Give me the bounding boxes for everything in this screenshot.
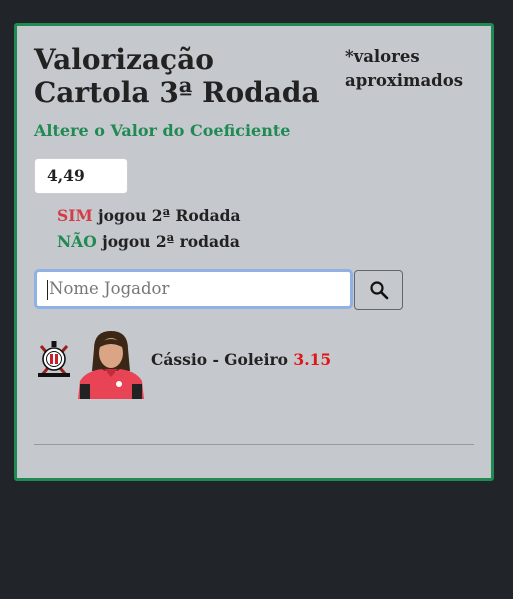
player-name-position: Cássio - Goleiro [151,350,289,369]
text-caret [47,279,48,300]
search-button[interactable] [354,270,403,310]
legend-nao-text: jogou 2ª rodada [96,232,240,251]
legend-sim-text: jogou 2ª Rodada [92,206,241,225]
search-icon [369,281,388,300]
corinthians-crest-icon [38,341,70,377]
player-search-input[interactable]: Nome Jogador [34,269,353,309]
legend-sim: SIM jogou 2ª Rodada [57,206,241,225]
change-coefficient-link[interactable]: Altere o Valor do Coeficiente [34,121,290,140]
player-photo [78,331,144,399]
valorization-card: Valorização Cartola 3ª Rodada *valores a… [14,23,494,481]
search-placeholder: Nome Jogador [49,279,170,298]
divider [34,444,474,445]
legend-sim-word: SIM [57,206,93,225]
player-row[interactable]: Cássio - Goleiro 3.15 [34,326,474,399]
legend-nao-word: NÃO [57,232,97,251]
legend-nao: NÃO jogou 2ª rodada [57,232,240,251]
approx-values-note: *valores aproximados [345,47,464,90]
coefficient-input[interactable]: 4,49 [34,158,128,194]
player-value: 3.15 [293,350,332,369]
page-title: Valorização Cartola 3ª Rodada [34,43,320,109]
player-info: Cássio - Goleiro 3.15 [151,350,331,369]
